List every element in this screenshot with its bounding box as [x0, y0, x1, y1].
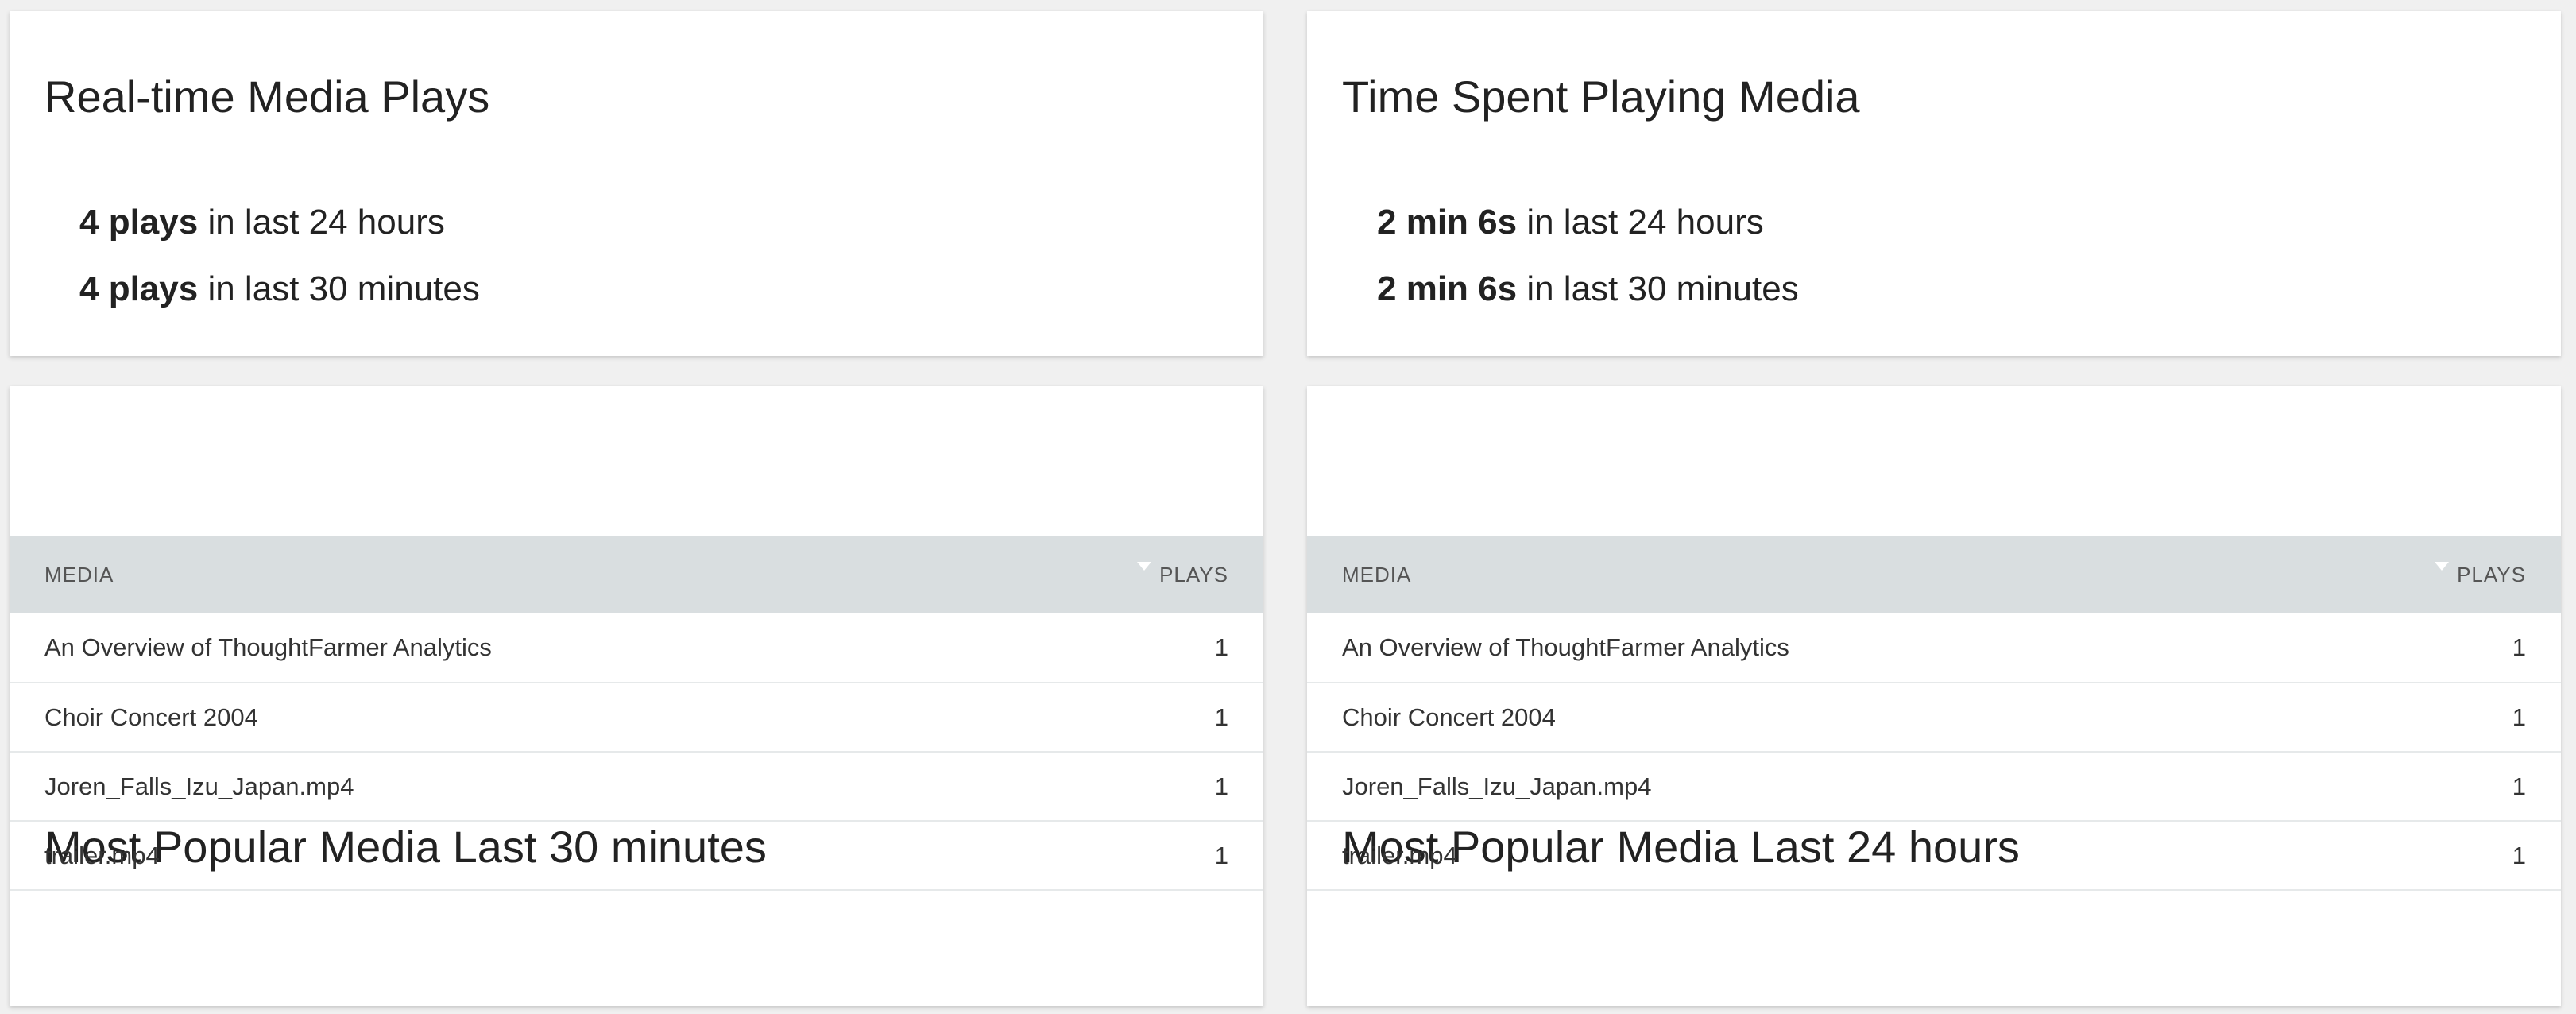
plays-cell: 1: [2512, 703, 2526, 731]
media-cell: trailer.mp4: [44, 842, 160, 869]
stat-value: 4 plays: [79, 269, 199, 308]
popular-30min-card: Most Popular Media Last 30 minutes MEDIA…: [10, 386, 1263, 1006]
table-row: Joren_Falls_Izu_Japan.mp4 1: [10, 753, 1263, 822]
card-title: Time Spent Playing Media: [1342, 72, 1860, 122]
media-cell: An Overview of ThoughtFarmer Analytics: [1342, 633, 1789, 661]
time-spent-card: Time Spent Playing Media 2 min 6s in las…: [1307, 11, 2561, 356]
table-header: MEDIA PLAYS: [10, 536, 1263, 613]
stat-value: 2 min 6s: [1377, 269, 1518, 308]
stat-value: 4 plays: [79, 203, 199, 242]
column-header-plays[interactable]: PLAYS: [1137, 536, 1228, 613]
column-header-plays[interactable]: PLAYS: [2435, 536, 2526, 613]
plays-cell: 1: [1214, 633, 1228, 661]
plays-cell: 1: [2512, 772, 2526, 800]
stat-plays-30min: 4 plays in last 30 minutes: [79, 272, 480, 307]
sort-descending-icon: [1137, 562, 1152, 571]
popular-24h-card: Most Popular Media Last 24 hours MEDIA P…: [1307, 386, 2561, 1006]
plays-cell: 1: [1214, 772, 1228, 800]
stat-label: in last 24 hours: [1517, 203, 1764, 242]
table-row: Choir Concert 2004 1: [1307, 683, 2561, 753]
table-row: Joren_Falls_Izu_Japan.mp4 1: [1307, 753, 2561, 822]
table-row: Choir Concert 2004 1: [10, 683, 1263, 753]
stat-value: 2 min 6s: [1377, 203, 1518, 242]
table-row: trailer.mp4 1: [1307, 822, 2561, 891]
table-row: trailer.mp4 1: [10, 822, 1263, 891]
realtime-plays-card: Real-time Media Plays 4 plays in last 24…: [10, 11, 1263, 356]
plays-cell: 1: [1214, 703, 1228, 731]
stat-label: in last 24 hours: [198, 203, 445, 242]
column-header-media[interactable]: MEDIA: [44, 536, 114, 613]
stat-time-30min: 2 min 6s in last 30 minutes: [1377, 272, 1799, 307]
media-cell: Joren_Falls_Izu_Japan.mp4: [44, 772, 354, 800]
column-header-plays-label: PLAYS: [2457, 563, 2526, 586]
column-header-media[interactable]: MEDIA: [1342, 536, 1411, 613]
media-cell: Choir Concert 2004: [44, 703, 258, 731]
plays-cell: 1: [1214, 842, 1228, 869]
media-cell: Joren_Falls_Izu_Japan.mp4: [1342, 772, 1652, 800]
stat-label: in last 30 minutes: [198, 269, 480, 308]
table-body: An Overview of ThoughtFarmer Analytics 1…: [1307, 613, 2561, 891]
stat-time-24h: 2 min 6s in last 24 hours: [1377, 205, 1764, 240]
plays-cell: 1: [2512, 633, 2526, 661]
media-cell: trailer.mp4: [1342, 842, 1457, 869]
card-title: Real-time Media Plays: [44, 72, 490, 122]
stat-label: in last 30 minutes: [1517, 269, 1799, 308]
sort-descending-icon: [2435, 562, 2450, 571]
stat-plays-24h: 4 plays in last 24 hours: [79, 205, 445, 240]
table-header: MEDIA PLAYS: [1307, 536, 2561, 613]
table-body: An Overview of ThoughtFarmer Analytics 1…: [10, 613, 1263, 891]
column-header-plays-label: PLAYS: [1159, 563, 1228, 586]
media-cell: Choir Concert 2004: [1342, 703, 1556, 731]
table-row: An Overview of ThoughtFarmer Analytics 1: [1307, 613, 2561, 683]
media-cell: An Overview of ThoughtFarmer Analytics: [44, 633, 492, 661]
plays-cell: 1: [2512, 842, 2526, 869]
table-row: An Overview of ThoughtFarmer Analytics 1: [10, 613, 1263, 683]
